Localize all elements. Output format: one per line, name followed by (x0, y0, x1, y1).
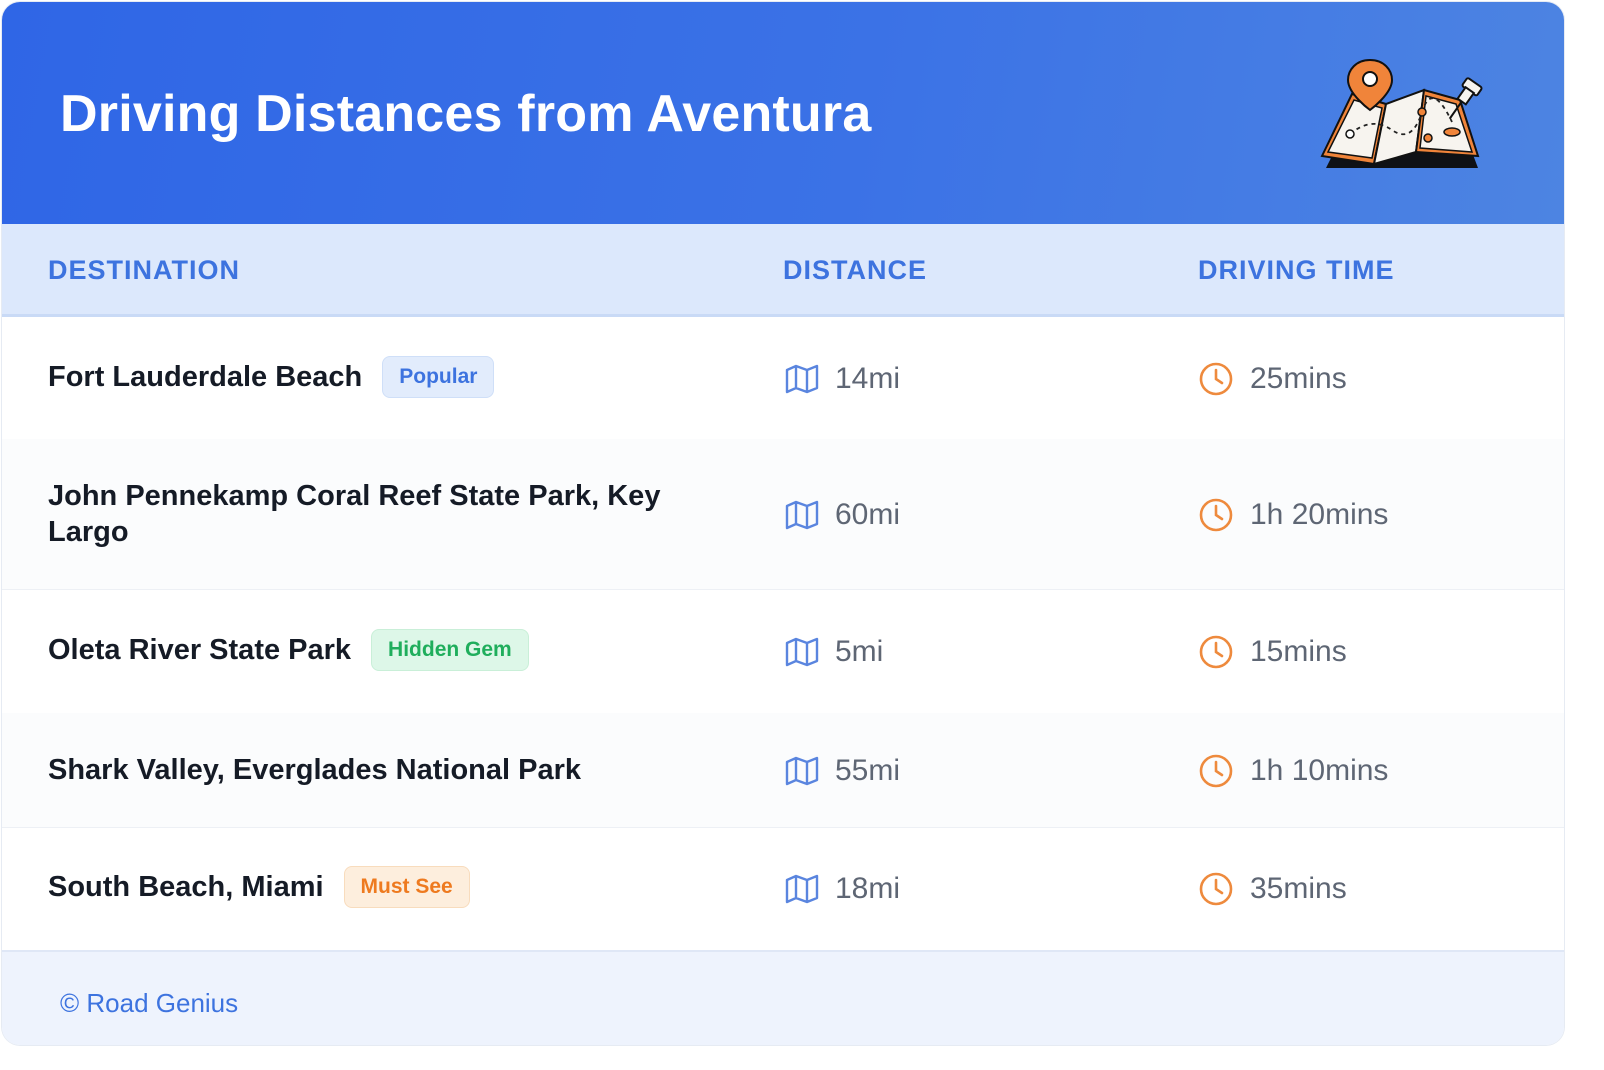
destination-cell: Shark Valley, Everglades National Park (48, 752, 581, 788)
column-header-driving-time: DRIVING TIME (1198, 255, 1395, 285)
destination-name: Shark Valley, Everglades National Park (48, 754, 582, 786)
badge-must-see: Must See (343, 866, 470, 908)
map-icon (785, 637, 819, 667)
clock-icon (1199, 362, 1233, 396)
map-icon (785, 500, 819, 530)
map-icon (785, 364, 819, 394)
distance-cell: 55mi (785, 751, 900, 791)
time-value: 1h 20mins (1250, 498, 1389, 531)
time-value: 25mins (1250, 362, 1347, 395)
badge-popular: Popular (382, 356, 495, 398)
destination-name: Fort Lauderdale Beach (48, 361, 363, 393)
distance-cell: 14mi (785, 359, 900, 399)
clock-icon (1199, 872, 1233, 906)
time-cell: 15mins (1198, 632, 1347, 672)
distance-card: Driving Distances from Aventura DESTINAT… (2, 2, 1564, 1045)
distance-value: 55mi (835, 754, 901, 787)
distance-value: 14mi (835, 362, 901, 395)
time-cell: 25mins (1198, 359, 1347, 399)
column-header-distance: DISTANCE (783, 255, 928, 285)
page-title: Driving Distances from Aventura (60, 85, 872, 143)
table-row: South Beach, Miami Must See 18mi 35mins (2, 827, 1564, 950)
destination-name: South Beach, Miami (48, 871, 324, 903)
distance-cell: 60mi (785, 495, 900, 535)
copyright-link[interactable]: © Road Genius (60, 988, 238, 1018)
distance-cell: 18mi (785, 869, 900, 909)
badge-hidden-gem: Hidden Gem (371, 629, 529, 671)
column-header-destination: DESTINATION (48, 255, 240, 285)
map-with-pin-icon (1320, 58, 1483, 168)
table-row: Oleta River State Park Hidden Gem 5mi 15… (2, 589, 1564, 714)
destination-cell: John Pennekamp Coral Reef State Park, Ke… (48, 478, 708, 550)
distance-value: 5mi (835, 635, 884, 668)
distance-cell: 5mi (785, 632, 883, 672)
destination-cell: Fort Lauderdale Beach Popular (48, 356, 495, 398)
destination-cell: Oleta River State Park Hidden Gem (48, 629, 529, 671)
destination-name: Oleta River State Park (48, 634, 352, 666)
table-row: Fort Lauderdale Beach Popular 14mi 25min… (2, 317, 1564, 440)
time-cell: 1h 10mins (1198, 751, 1388, 791)
destination-name: John Pennekamp Coral Reef State Park, Ke… (48, 480, 661, 548)
distance-value: 18mi (835, 872, 901, 905)
table-row: Shark Valley, Everglades National Park 5… (2, 713, 1564, 828)
table-row: John Pennekamp Coral Reef State Park, Ke… (2, 439, 1564, 590)
distance-value: 60mi (835, 498, 901, 531)
time-value: 35mins (1250, 872, 1347, 905)
time-value: 15mins (1250, 635, 1347, 668)
map-icon (785, 756, 819, 786)
clock-icon (1199, 498, 1233, 532)
map-icon (785, 874, 819, 904)
clock-icon (1199, 754, 1233, 788)
time-cell: 35mins (1198, 869, 1347, 909)
clock-icon (1199, 635, 1233, 669)
table-header: DESTINATION DISTANCE DRIVING TIME (2, 224, 1564, 317)
time-cell: 1h 20mins (1198, 495, 1388, 535)
footer: © Road Genius (2, 950, 1564, 1045)
header-banner: Driving Distances from Aventura (2, 2, 1564, 224)
time-value: 1h 10mins (1250, 754, 1389, 787)
destination-cell: South Beach, Miami Must See (48, 866, 470, 908)
